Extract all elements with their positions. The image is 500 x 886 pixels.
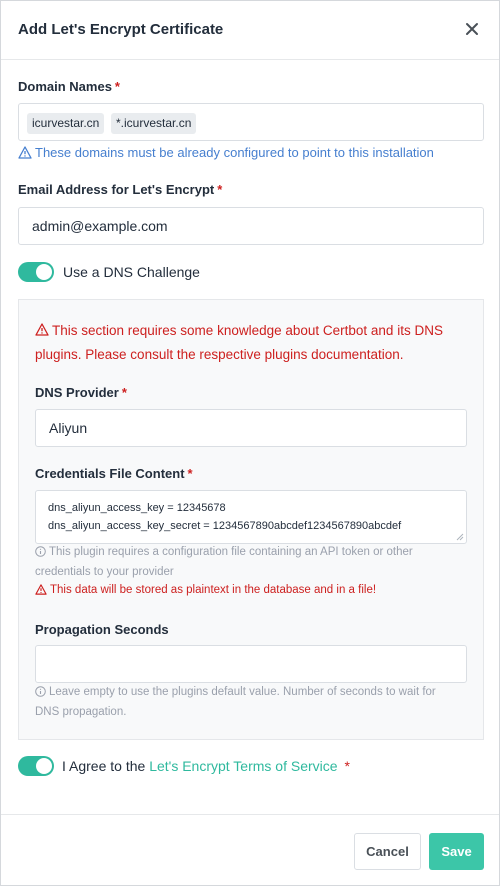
alert-triangle-icon bbox=[35, 323, 49, 336]
dns-warning-line1: This section requires some knowledge abo… bbox=[52, 323, 443, 338]
agree-tos-toggle[interactable] bbox=[18, 756, 54, 776]
info-icon bbox=[35, 686, 46, 697]
required-asterisk: * bbox=[121, 385, 127, 400]
dns-provider-select[interactable]: Aliyun bbox=[35, 409, 467, 447]
dns-provider-value: Aliyun bbox=[49, 420, 88, 436]
add-certificate-dialog: Add Let's Encrypt Certificate Domain Nam… bbox=[0, 0, 500, 886]
required-asterisk: * bbox=[114, 79, 120, 94]
propagation-help-line2: DNS propagation. bbox=[35, 706, 127, 718]
dns-provider-label-text: DNS Provider bbox=[35, 385, 119, 400]
credentials-help-line1: This plugin requires a configuration fil… bbox=[49, 546, 413, 558]
propagation-help: Leave empty to use the plugins default v… bbox=[35, 682, 475, 722]
alert-triangle-icon bbox=[18, 146, 32, 159]
email-label-text: Email Address for Let's Encrypt bbox=[18, 182, 215, 197]
dns-section-warning: This section requires some knowledge abo… bbox=[35, 319, 475, 367]
dns-challenge-label: Use a DNS Challenge bbox=[63, 264, 200, 280]
propagation-label: Propagation Seconds bbox=[35, 622, 169, 637]
required-asterisk: * bbox=[187, 466, 193, 481]
propagation-help-line1: Leave empty to use the plugins default v… bbox=[49, 686, 436, 698]
dns-challenge-toggle[interactable] bbox=[18, 262, 54, 282]
domains-hint-text: These domains must be already configured… bbox=[35, 145, 434, 160]
agree-tos-label: I Agree to the Let's Encrypt Terms of Se… bbox=[62, 758, 350, 774]
domain-names-label-text: Domain Names bbox=[18, 79, 112, 94]
dns-provider-label: DNS Provider * bbox=[35, 385, 127, 400]
domain-names-label: Domain Names * bbox=[18, 79, 120, 94]
credentials-label-text: Credentials File Content bbox=[35, 466, 185, 481]
domain-tag[interactable]: *.icurvestar.cn bbox=[111, 113, 197, 134]
credentials-help: This plugin requires a configuration fil… bbox=[35, 542, 475, 582]
domains-hint: These domains must be already configured… bbox=[18, 145, 434, 160]
alert-triangle-icon bbox=[35, 584, 47, 595]
tos-link[interactable]: Let's Encrypt Terms of Service bbox=[149, 758, 337, 774]
credentials-line: dns_aliyun_access_key_secret = 123456789… bbox=[48, 520, 402, 532]
domain-names-input[interactable]: icurvestar.cn *.icurvestar.cn bbox=[18, 103, 484, 141]
dialog-header: Add Let's Encrypt Certificate bbox=[1, 1, 499, 60]
dialog-title: Add Let's Encrypt Certificate bbox=[18, 21, 224, 38]
credentials-plaintext-warning: This data will be stored as plaintext in… bbox=[35, 584, 376, 596]
domain-tag[interactable]: icurvestar.cn bbox=[27, 113, 105, 134]
dns-challenge-section: This section requires some knowledge abo… bbox=[18, 299, 484, 740]
save-button[interactable]: Save bbox=[429, 833, 484, 870]
dialog-footer: Cancel Save bbox=[1, 814, 499, 886]
close-icon[interactable] bbox=[463, 20, 481, 38]
credentials-help-line2: credentials to your provider bbox=[35, 566, 174, 578]
info-icon bbox=[35, 546, 46, 557]
email-label: Email Address for Let's Encrypt * bbox=[18, 182, 222, 197]
required-asterisk: * bbox=[344, 758, 350, 774]
resize-grip-icon[interactable] bbox=[456, 533, 464, 541]
credentials-line: dns_aliyun_access_key = 12345678 bbox=[48, 502, 226, 514]
propagation-seconds-input[interactable] bbox=[35, 645, 467, 683]
email-value: admin@example.com bbox=[32, 218, 168, 234]
email-field[interactable]: admin@example.com bbox=[18, 207, 484, 245]
agree-prefix: I Agree to the bbox=[62, 758, 146, 774]
toggle-knob bbox=[36, 264, 52, 280]
credentials-textarea[interactable]: dns_aliyun_access_key = 12345678 dns_ali… bbox=[35, 490, 467, 544]
dns-warning-line2: plugins. Please consult the respective p… bbox=[35, 347, 404, 362]
toggle-knob bbox=[36, 758, 52, 774]
cancel-button[interactable]: Cancel bbox=[354, 833, 421, 870]
credentials-warning-text: This data will be stored as plaintext in… bbox=[50, 584, 377, 596]
required-asterisk: * bbox=[217, 182, 223, 197]
credentials-label: Credentials File Content * bbox=[35, 466, 193, 481]
